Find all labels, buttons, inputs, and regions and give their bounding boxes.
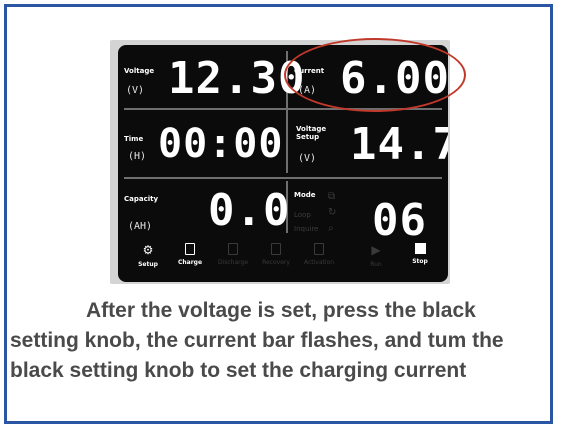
recovery-label: Recovery [262, 259, 290, 266]
voltage-unit: (V) [126, 85, 145, 96]
divider-line [124, 177, 442, 179]
stop-icon [414, 243, 426, 254]
capacity-label: Capacity [124, 195, 159, 203]
discharge-button[interactable]: Discharge [213, 243, 253, 266]
stop-label: Stop [412, 258, 428, 265]
copy-icon: ⧉ [328, 191, 336, 202]
instruction-caption: After the voltage is set, press the blac… [10, 296, 550, 386]
setup-label: Setup [138, 261, 158, 268]
run-button[interactable]: ▶ Run [356, 243, 396, 268]
voltage-label: Voltage [124, 67, 155, 75]
charge-icon [185, 243, 195, 255]
activation-icon [314, 243, 324, 255]
mode-option-inquire: Inquire [294, 225, 319, 233]
recovery-button[interactable]: Recovery [256, 243, 296, 266]
stop-button[interactable]: Stop [400, 243, 440, 265]
capacity-unit: (AH) [128, 221, 153, 232]
activation-button[interactable]: Activation [299, 243, 339, 266]
activation-label: Activation [303, 259, 335, 266]
voltage-setup-reading: 14.7 [350, 119, 448, 170]
recovery-icon [271, 243, 281, 255]
charge-label: Charge [177, 259, 203, 266]
discharge-label: Discharge [217, 259, 249, 266]
play-icon: ▶ [371, 243, 381, 257]
mode-label: Mode [294, 191, 316, 199]
charge-button[interactable]: Charge [170, 243, 210, 266]
discharge-icon [228, 243, 238, 255]
caption-text: After the voltage is set, press the blac… [10, 299, 504, 382]
gear-icon: ⚙ [142, 243, 154, 257]
search-icon: ⌕ [328, 223, 334, 234]
voltage-setup-label: Voltage Setup [296, 125, 327, 141]
voltage-setup-unit: (V) [298, 153, 317, 164]
run-label: Run [370, 261, 382, 268]
mode-reading: 06 [372, 195, 427, 246]
time-unit: (H) [128, 151, 147, 162]
time-reading: 00:00 [158, 121, 284, 167]
time-label: Time [124, 135, 144, 143]
mode-option-loop: Loop [294, 211, 311, 219]
current-highlight-circle [284, 38, 466, 112]
capacity-reading: 0.0 [208, 185, 291, 236]
setup-button[interactable]: ⚙ Setup [128, 243, 168, 268]
loop-icon: ↻ [328, 207, 337, 218]
